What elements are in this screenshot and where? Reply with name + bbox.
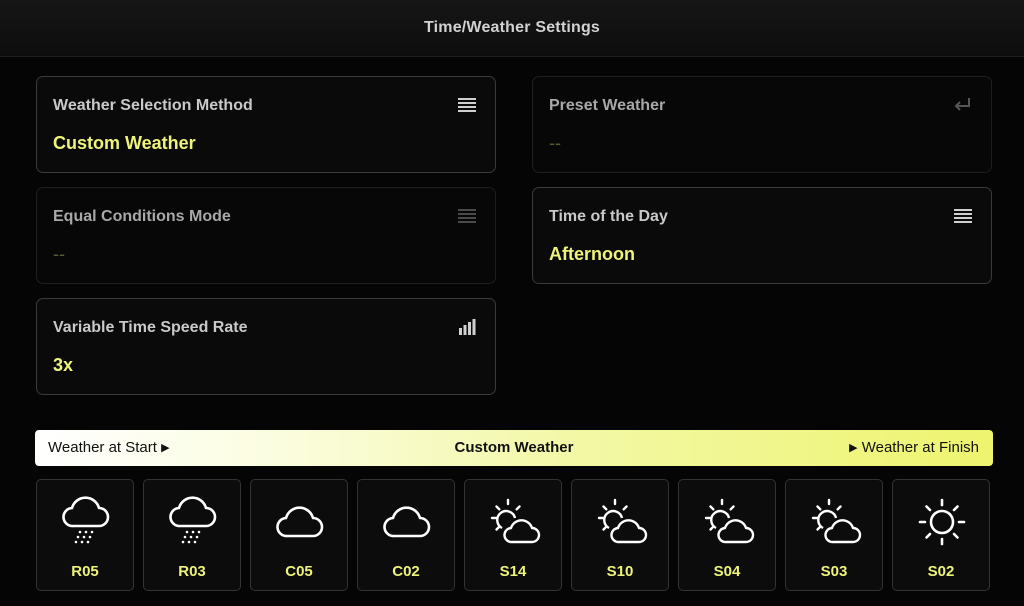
weather-slot-7[interactable]: S04 <box>678 479 776 591</box>
time-of-day-label: Time of the Day <box>549 208 668 225</box>
weather-slot-9[interactable]: S02 <box>892 479 990 591</box>
variable-time-speed-rate-label: Variable Time Speed Rate <box>53 319 248 336</box>
weather-slot-code: S14 <box>499 563 527 580</box>
weather-slot-code: S10 <box>606 563 634 580</box>
weather-slot-5[interactable]: S14 <box>464 479 562 591</box>
preset-weather-card[interactable]: Preset Weather -- <box>532 76 992 173</box>
weather-selection-method-label: Weather Selection Method <box>53 97 253 114</box>
weather-slot-code: R03 <box>178 563 206 580</box>
weather-slot-6[interactable]: S10 <box>571 479 669 591</box>
list-icon <box>954 209 972 223</box>
weather-selection-method-value: Custom Weather <box>53 133 196 153</box>
weather-slot-3[interactable]: C05 <box>250 479 348 591</box>
weather-slot-4[interactable]: C02 <box>357 479 455 591</box>
sun-cloud-icon <box>811 498 862 544</box>
weather-slot-code: C02 <box>392 563 420 580</box>
weather-slot-code: S04 <box>713 563 741 580</box>
weather-slot-8[interactable]: S03 <box>785 479 883 591</box>
list-icon <box>458 209 476 223</box>
screen-title: Time/Weather Settings <box>423 19 601 36</box>
screen-header: Time/Weather Settings <box>0 0 1024 57</box>
cloud-icon <box>383 506 431 538</box>
variable-time-speed-rate-value: 3x <box>53 355 74 375</box>
enter-icon <box>954 98 970 111</box>
cloud-icon <box>276 506 324 538</box>
sun-cloud-icon <box>490 498 541 544</box>
weather-slot-2[interactable]: R03 <box>143 479 241 591</box>
weather-at-finish-label: ▶ Weather at Finish <box>849 439 979 456</box>
weather-selection-method-card[interactable]: Weather Selection Method Custom Weather <box>36 76 496 173</box>
time-of-day-value: Afternoon <box>549 244 635 264</box>
weather-slot-code: C05 <box>285 563 313 580</box>
signal-bars-icon <box>459 319 476 335</box>
rain-cloud-icon <box>62 496 110 545</box>
weather-slot-1[interactable]: R05 <box>36 479 134 591</box>
sun-cloud-icon <box>704 498 755 544</box>
sun-cloud-icon <box>597 498 648 544</box>
weather-slot-code: S03 <box>820 563 848 580</box>
variable-time-speed-rate-card[interactable]: Variable Time Speed Rate 3x <box>36 298 496 395</box>
weather-slot-code: R05 <box>71 563 99 580</box>
weather-timeline-banner: Weather at Start ▶ Custom Weather ▶ Weat… <box>35 430 993 466</box>
rain-cloud-icon <box>169 496 217 545</box>
play-arrow-icon: ▶ <box>849 442 858 454</box>
equal-conditions-mode-card[interactable]: Equal Conditions Mode -- <box>36 187 496 284</box>
preset-weather-label: Preset Weather <box>549 97 666 114</box>
sun-icon <box>918 498 966 546</box>
preset-weather-value: -- <box>549 133 561 153</box>
list-icon <box>458 98 476 112</box>
time-of-day-card[interactable]: Time of the Day Afternoon <box>532 187 992 284</box>
weather-slot-code: S02 <box>927 563 955 580</box>
equal-conditions-mode-value: -- <box>53 244 65 264</box>
equal-conditions-mode-label: Equal Conditions Mode <box>53 208 231 225</box>
